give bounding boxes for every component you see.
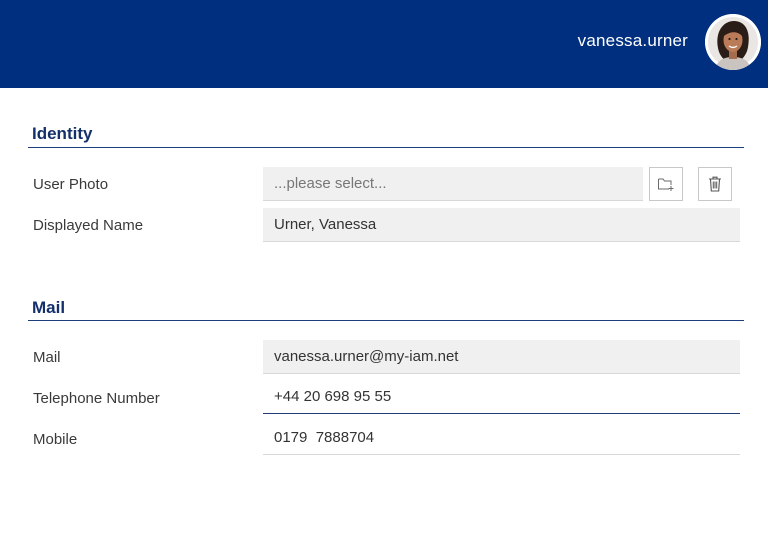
mobile-label: Mobile: [33, 431, 78, 448]
user-avatar[interactable]: [705, 14, 761, 70]
displayed-name-label: Displayed Name: [33, 217, 144, 234]
displayed-name-field[interactable]: Urner, Vanessa: [263, 208, 740, 242]
user-photo-field[interactable]: ...please select...: [263, 167, 643, 201]
username-label[interactable]: vanessa.urner: [578, 31, 688, 51]
section-title-identity: Identity: [32, 124, 93, 143]
section-title-mail: Mail: [32, 298, 66, 317]
select-photo-button[interactable]: [649, 167, 683, 201]
mobile-field[interactable]: 0179 7888704: [263, 421, 740, 455]
section-divider: [28, 320, 744, 321]
telephone-label: Telephone Number: [33, 390, 160, 407]
user-photo-label: User Photo: [33, 176, 109, 193]
delete-photo-button[interactable]: [698, 167, 732, 201]
mail-field[interactable]: vanessa.urner@my-iam.net: [263, 340, 740, 374]
trash-icon: [709, 176, 721, 192]
telephone-field[interactable]: +44 20 698 95 55: [263, 380, 740, 414]
section-divider: [28, 147, 744, 148]
mail-label: Mail: [33, 349, 61, 366]
folder-add-icon: [658, 178, 674, 191]
user-photo-placeholder: ...please select...: [274, 175, 387, 192]
avatar-photo-icon: [705, 14, 761, 70]
top-bar: vanessa.urner: [0, 0, 768, 88]
